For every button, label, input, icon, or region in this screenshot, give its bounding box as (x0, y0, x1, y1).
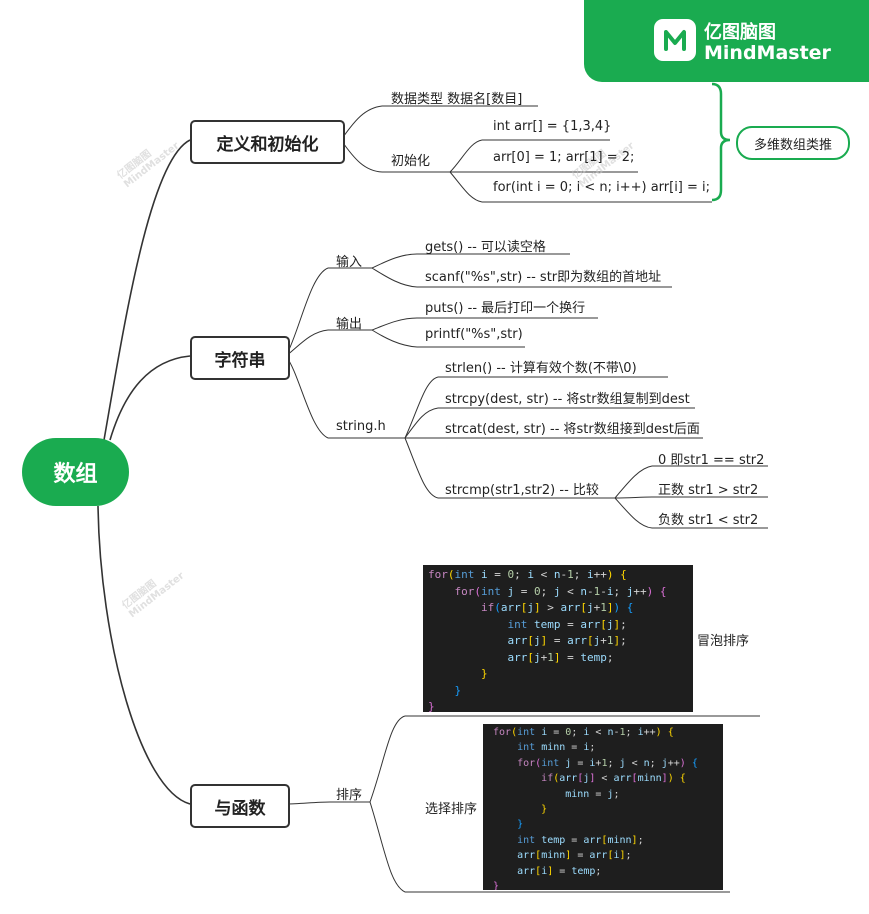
brand-name-en: MindMaster (704, 42, 831, 64)
topic-function[interactable]: 与函数 (190, 784, 290, 828)
leaf-scanf[interactable]: scanf("%s",str) -- str即为数组的首地址 (425, 266, 661, 285)
leaf-printf[interactable]: printf("%s",str) (425, 327, 523, 342)
leaf-strlen[interactable]: strlen() -- 计算有效个数(不带\0) (445, 357, 637, 376)
bubble-sort-code: for(int i = 0; i < n-1; i++) { for(int j… (423, 565, 693, 712)
leaf-strcmp-zero[interactable]: 0 即str1 == str2 (658, 449, 764, 468)
leaf-strcpy[interactable]: strcpy(dest, str) -- 将str数组复制到dest (445, 388, 690, 407)
leaf-strcat[interactable]: strcat(dest, str) -- 将str数组接到dest后面 (445, 418, 700, 437)
leaf-puts[interactable]: puts() -- 最后打印一个换行 (425, 297, 585, 316)
leaf-strcmp[interactable]: strcmp(str1,str2) -- 比较 (445, 479, 599, 498)
subtopic-string-h[interactable]: string.h (336, 419, 386, 434)
mindmaster-logo-icon (654, 19, 696, 61)
leaf-gets[interactable]: gets() -- 可以读空格 (425, 236, 546, 255)
brand-name-cn: 亿图脑图 (704, 22, 776, 43)
leaf-init-index[interactable]: arr[0] = 1; arr[1] = 2; (493, 150, 634, 165)
subtopic-initialization[interactable]: 初始化 (391, 150, 430, 169)
root-topic[interactable]: 数组 (22, 438, 129, 506)
callout-multidim[interactable]: 多维数组类推 (736, 126, 850, 160)
topic-string[interactable]: 字符串 (190, 336, 290, 380)
subtopic-input[interactable]: 输入 (336, 251, 362, 270)
leaf-strcmp-negative[interactable]: 负数 str1 < str2 (658, 509, 758, 528)
leaf-strcmp-positive[interactable]: 正数 str1 > str2 (658, 479, 758, 498)
leaf-init-loop[interactable]: for(int i = 0; i < n; i++) arr[i] = i; (493, 180, 710, 195)
selection-sort-code: for(int i = 0; i < n-1; i++) { int minn … (483, 724, 723, 890)
subtopic-sort[interactable]: 排序 (336, 784, 362, 803)
leaf-bubble-sort[interactable]: 冒泡排序 (697, 630, 749, 649)
topic-definition-init[interactable]: 定义和初始化 (190, 120, 345, 164)
subtopic-output[interactable]: 输出 (336, 313, 362, 332)
leaf-selection-sort[interactable]: 选择排序 (425, 798, 477, 817)
leaf-init-braces[interactable]: int arr[] = {1,3,4} (493, 119, 611, 134)
subtopic-declaration[interactable]: 数据类型 数据名[数目] (391, 88, 522, 107)
